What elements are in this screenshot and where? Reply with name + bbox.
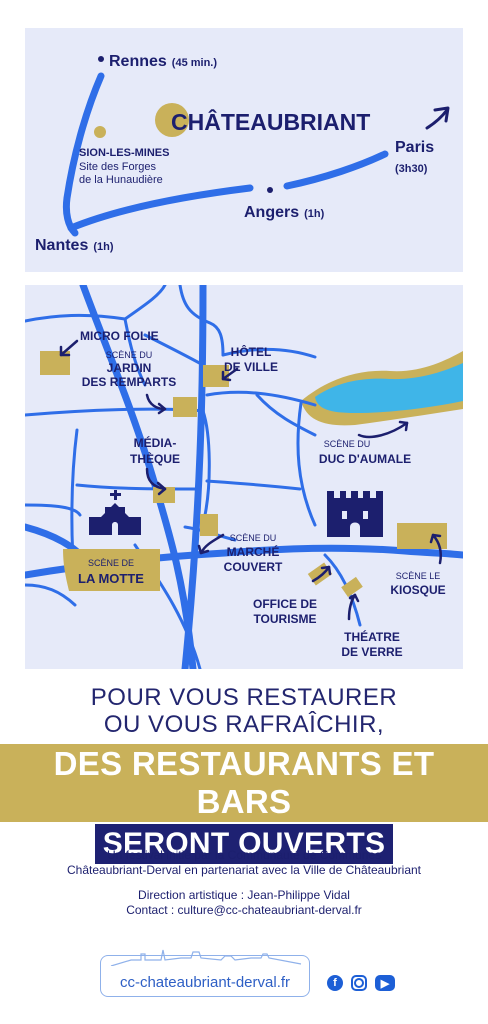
marche-label-1: SCÈNE DU	[230, 533, 277, 543]
headline: POUR VOUS RESTAURER OU VOUS RAFRAÎCHIR, …	[0, 684, 488, 864]
jardin-label-3: DES REMPARTS	[82, 375, 176, 389]
hotel-label-1: HÔTEL	[231, 344, 272, 359]
headline-line-1: POUR VOUS RESTAURER	[90, 684, 398, 711]
jardin-label-1: SCÈNE DU	[106, 350, 153, 360]
hotel-label-2: DE VILLE	[224, 360, 278, 374]
youtube-icon[interactable]: ▶	[375, 975, 395, 991]
paris-label: Paris	[395, 139, 434, 156]
castle-icon	[327, 491, 383, 537]
regional-map-svg: Rennes (45 min.) CHÂTEAUBRIANT SION-LES-M…	[35, 53, 450, 254]
paris-time: (3h30)	[395, 163, 428, 175]
sion-marker	[94, 126, 106, 138]
social-links: f ▶	[327, 975, 395, 991]
rennes-label: Rennes (45 min.)	[109, 53, 217, 70]
road-nantes-angers	[67, 184, 254, 232]
headline-line-2: OU VOUS RAFRAÎCHIR,	[103, 711, 385, 738]
micro-folie-label: MICRO FOLIE	[80, 329, 159, 343]
duc-label-1: SCÈNE DU	[324, 439, 371, 449]
angers-dot	[267, 187, 273, 193]
motte-label-2: LA MOTTE	[78, 571, 144, 586]
direction-text: Direction artistique : Jean-Philippe Vid…	[138, 888, 350, 902]
rennes-dot	[98, 56, 104, 62]
motte-label-1: SCÈNE DE	[88, 558, 134, 568]
duc-label-2: DUC D'AUMALE	[319, 452, 411, 466]
sion-label: SION-LES-MINES	[79, 147, 169, 159]
town-map-svg: MICRO FOLIE SCÈNE DU JARDIN DES REMPARTS…	[25, 285, 463, 669]
credits: Un festival initié par la Communauté de …	[0, 848, 488, 918]
road-angers-paris	[283, 150, 389, 190]
chateaubriant-label: CHÂTEAUBRIANT	[171, 108, 370, 135]
sion-sub-2: de la Hunaudière	[79, 174, 163, 186]
website-box[interactable]: cc-chateaubriant-derval.fr	[100, 949, 310, 997]
town-skyline-icon	[110, 949, 302, 966]
kiosque-label-1: SCÈNE LE	[396, 571, 441, 581]
theatre-label-2: DE VERRE	[341, 645, 402, 659]
theatre-label-1: THÉATRE	[344, 629, 400, 644]
media-label-2: THÈQUE	[130, 451, 180, 466]
paris-arrow	[425, 108, 449, 130]
sion-sub-1: Site des Forges	[79, 161, 157, 173]
marche-label-2: MARCHÉ	[227, 544, 280, 559]
credits-line-1: Un festival initié par la Communauté de …	[106, 848, 382, 862]
office-label-1: OFFICE DE	[253, 597, 317, 611]
jardin-venue	[173, 397, 197, 417]
marche-venue	[200, 514, 218, 536]
credits-line-2: Châteaubriant-Derval en partenariat avec…	[67, 863, 421, 877]
regional-map: Rennes (45 min.) CHÂTEAUBRIANT SION-LES-M…	[25, 28, 463, 272]
instagram-icon[interactable]	[351, 975, 367, 991]
website-link[interactable]: cc-chateaubriant-derval.fr	[101, 974, 309, 991]
contact-text: Contact : culture@cc-chateaubriant-derva…	[126, 903, 362, 917]
office-label-2: TOURISME	[253, 612, 316, 626]
nantes-label: Nantes (1h)	[35, 237, 114, 254]
church-icon	[89, 490, 141, 535]
marche-label-3: COUVERT	[224, 560, 283, 574]
headline-highlight-gold: DES RESTAURANTS ET BARS	[0, 744, 488, 822]
jardin-label-2: JARDIN	[107, 361, 152, 375]
angers-label: Angers (1h)	[244, 204, 325, 221]
kiosque-label-2: KIOSQUE	[390, 583, 445, 597]
town-map: MICRO FOLIE SCÈNE DU JARDIN DES REMPARTS…	[25, 285, 463, 669]
media-label-1: MÉDIA-	[134, 435, 177, 450]
facebook-icon[interactable]: f	[327, 975, 343, 991]
